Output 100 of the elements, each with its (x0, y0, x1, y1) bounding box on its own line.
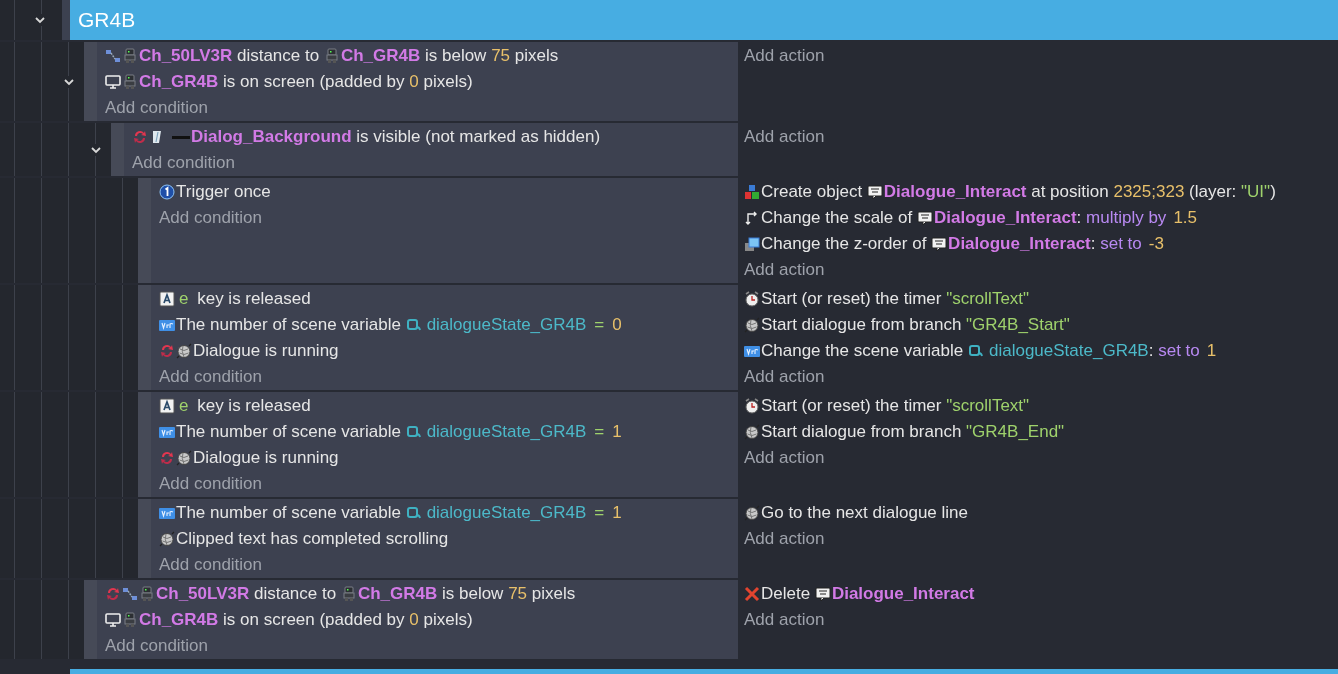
instruction-text: Change the z-order of (761, 234, 928, 254)
monitor-icon (105, 74, 121, 90)
instruction-text: is below (440, 584, 505, 604)
number-value: 0 (409, 72, 419, 92)
string-value: "UI" (1241, 182, 1271, 202)
invert-arrows-icon (159, 343, 175, 359)
scene-variable-icon (405, 424, 422, 440)
robot-icon (139, 586, 155, 602)
add-action-button[interactable]: Add action (744, 260, 825, 280)
robot-icon (340, 586, 357, 602)
object-name: Dialogue_Interact (831, 584, 975, 604)
group-header[interactable]: GR4B (62, 0, 1338, 40)
instruction-text: The number of scene variable (176, 315, 402, 335)
robot-icon (323, 48, 340, 64)
object-name: Ch_GR4B (139, 72, 219, 92)
yarn-ball-icon (744, 424, 760, 440)
event-handle[interactable] (84, 580, 97, 659)
event-handle[interactable] (84, 42, 97, 121)
add-condition-button[interactable]: Add condition (159, 555, 263, 575)
add-condition-button[interactable]: Add condition (105, 98, 209, 118)
key-icon (159, 398, 175, 414)
yarn-ball-icon (744, 505, 760, 521)
key-icon (159, 291, 175, 307)
string-value: "scrollText" (946, 289, 1030, 309)
number-value: 1.5 (1173, 208, 1197, 228)
object-name: Dialogue_Interact (933, 208, 1077, 228)
speech-bubble-icon (866, 184, 883, 200)
instruction-text: Go to the next dialogue line (761, 503, 968, 523)
instruction-text: key is released (196, 396, 311, 416)
variable-icon (744, 343, 760, 359)
instruction-text: Start dialogue from branch (761, 422, 963, 442)
add-condition-button[interactable]: Add condition (159, 208, 263, 228)
event-handle[interactable] (138, 392, 151, 497)
instruction-text: Dialogue is running (193, 341, 339, 361)
add-action-button[interactable]: Add action (744, 610, 825, 630)
string-value: "GR4B_Start" (966, 315, 1070, 335)
blocks-icon (744, 184, 760, 200)
instruction-text: : (1148, 341, 1155, 361)
object-name: Dialogue_Interact (883, 182, 1027, 202)
instruction-text: pixels) (422, 72, 473, 92)
instruction-text: Start dialogue from branch (761, 315, 963, 335)
add-action-button[interactable]: Add action (744, 448, 825, 468)
add-condition-button[interactable]: Add condition (132, 153, 236, 173)
instruction-text: Change the scene variable (761, 341, 965, 361)
operator-text: = (594, 422, 605, 442)
number-value: 0 (612, 315, 622, 335)
instruction-text: : (1076, 208, 1083, 228)
instruction-text: : (1090, 234, 1097, 254)
instruction-text: at position (1030, 182, 1110, 202)
number-circle-icon (159, 184, 175, 200)
instruction-text: The number of scene variable (176, 503, 402, 523)
variable-icon (159, 424, 175, 440)
object-name: Ch_GR4B (139, 610, 219, 630)
instruction-text: key is released (196, 289, 311, 309)
operator-text: = (594, 315, 605, 335)
instruction-text: Change the scale of (761, 208, 914, 228)
event-handle[interactable] (138, 499, 151, 578)
delete-icon (744, 586, 760, 602)
invert-arrows-icon (105, 586, 121, 602)
distance-icon (122, 586, 138, 602)
string-value: "scrollText" (946, 396, 1030, 416)
operator-text: set to (1158, 341, 1200, 361)
variable-name: dialogueState_GR4B (426, 315, 587, 335)
number-value: 0 (409, 610, 419, 630)
instruction-text: is on screen (padded by (222, 610, 406, 630)
invert-arrows-icon (132, 129, 148, 145)
number-value: 2325;323 (1113, 182, 1185, 202)
variable-name: dialogueState_GR4B (989, 341, 1149, 361)
add-condition-button[interactable]: Add condition (159, 474, 263, 494)
instruction-text: Start (or reset) the timer (761, 396, 943, 416)
variable-icon (159, 317, 175, 333)
add-action-button[interactable]: Add action (744, 46, 825, 66)
scene-variable-icon (405, 317, 422, 333)
event-handle[interactable] (138, 285, 151, 390)
instruction-text: is on screen (padded by (222, 72, 406, 92)
number-value: 75 (508, 584, 528, 604)
add-condition-button[interactable]: Add condition (159, 367, 263, 387)
instruction-text: Clipped text has completed scrolling (176, 529, 449, 549)
add-action-button[interactable]: Add action (744, 529, 825, 549)
variable-icon (159, 505, 175, 521)
add-action-button[interactable]: Add action (744, 367, 825, 387)
group-header[interactable] (70, 669, 1338, 674)
invert-arrows-icon (159, 450, 175, 466)
layers-icon (744, 236, 760, 252)
instruction-text: pixels (530, 584, 576, 604)
object-name: Dialogue_Interact (948, 234, 1091, 254)
object-name: Dialog_Background (191, 127, 352, 147)
number-value: -3 (1148, 234, 1164, 254)
add-condition-button[interactable]: Add condition (105, 636, 209, 656)
speech-bubble-icon (916, 210, 933, 226)
yarn-ball-icon (159, 531, 175, 547)
event-handle[interactable] (138, 178, 151, 283)
yarn-ball-icon (176, 450, 192, 466)
operator-text: = (594, 503, 605, 523)
speech-bubble-icon (931, 236, 948, 252)
event-handle[interactable] (111, 123, 124, 176)
number-value: 1 (612, 503, 622, 523)
add-action-button[interactable]: Add action (744, 127, 825, 147)
clock-icon (744, 398, 760, 414)
string-value: "GR4B_End" (966, 422, 1065, 442)
